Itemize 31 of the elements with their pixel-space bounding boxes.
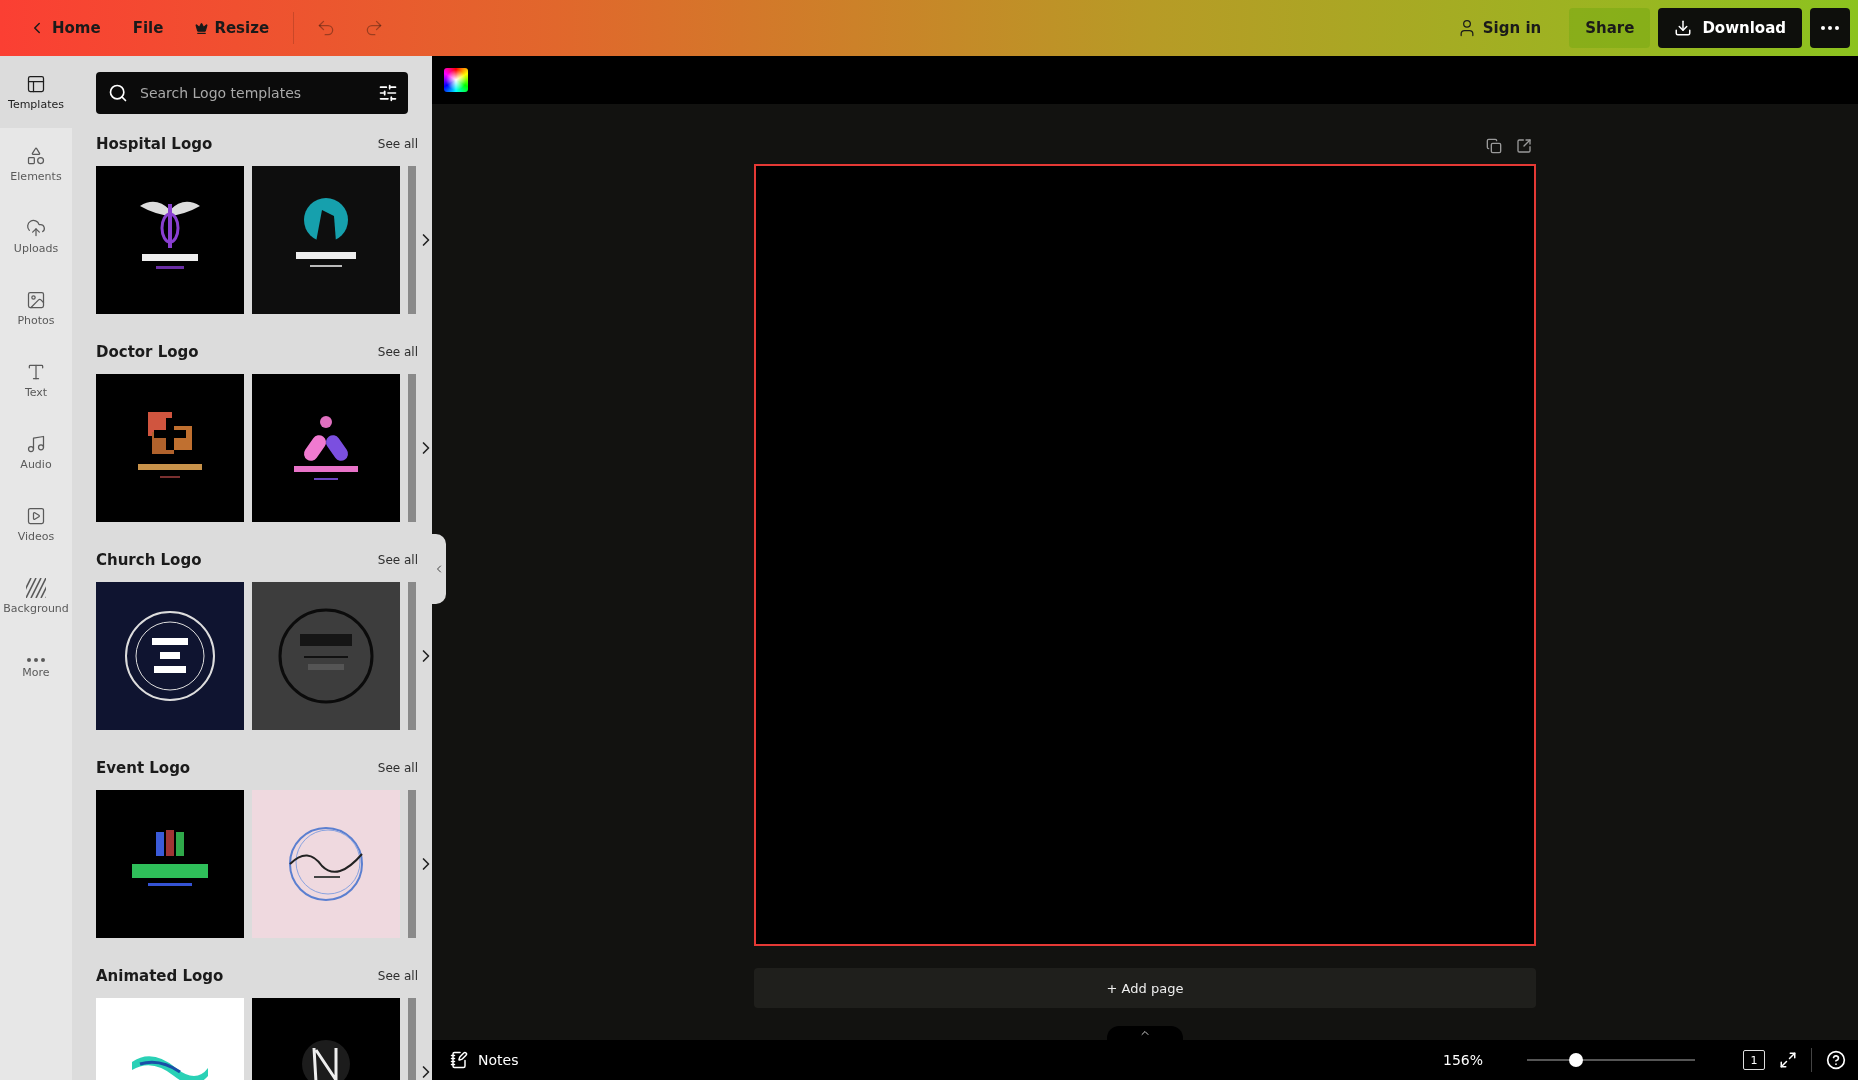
search-field[interactable]: Search Logo templates [138, 84, 368, 102]
nav-button[interactable]: File [120, 8, 176, 48]
sidebar-tab[interactable]: Templates [0, 56, 72, 128]
add-page-button[interactable]: + Add page [754, 968, 1536, 1008]
page-count-button[interactable]: 1 [1743, 1050, 1765, 1070]
zoom-level: 156% [1442, 1052, 1483, 1068]
see-all-link[interactable]: See all [377, 137, 418, 151]
nav-button[interactable]: Home [16, 8, 113, 48]
see-all-link[interactable]: See all [377, 761, 418, 775]
sidebar-tab[interactable]: Photos [0, 272, 72, 344]
sidebar-tab[interactable]: More [0, 632, 72, 704]
sign-in-button[interactable]: Sign in [1444, 8, 1554, 48]
share-button[interactable]: Share [1569, 8, 1651, 48]
download-button[interactable]: Download [1658, 8, 1802, 48]
section-title: Doctor Logo [96, 343, 199, 361]
sidebar-tab[interactable]: Text [0, 344, 72, 416]
sidebar-tab[interactable]: Videos [0, 488, 72, 560]
nav-button[interactable]: Resize [183, 8, 282, 48]
section-title: Animated Logo [96, 967, 224, 985]
section-title: Event Logo [96, 759, 191, 777]
sidebar-tab[interactable]: Elements [0, 128, 72, 200]
notes-button[interactable]: Notes [444, 1050, 525, 1070]
sidebar-tab[interactable]: Audio [0, 416, 72, 488]
see-all-link[interactable]: See all [377, 345, 418, 359]
search-bar[interactable]: Search Logo templates [96, 72, 408, 114]
see-all-link[interactable]: See all [377, 553, 418, 567]
see-all-link[interactable]: See all [377, 969, 418, 983]
section-title: Church Logo [96, 551, 202, 569]
section-title: Hospital Logo [96, 135, 213, 153]
sidebar-tab[interactable]: Background [0, 560, 72, 632]
sidebar-tab[interactable]: Uploads [0, 200, 72, 272]
